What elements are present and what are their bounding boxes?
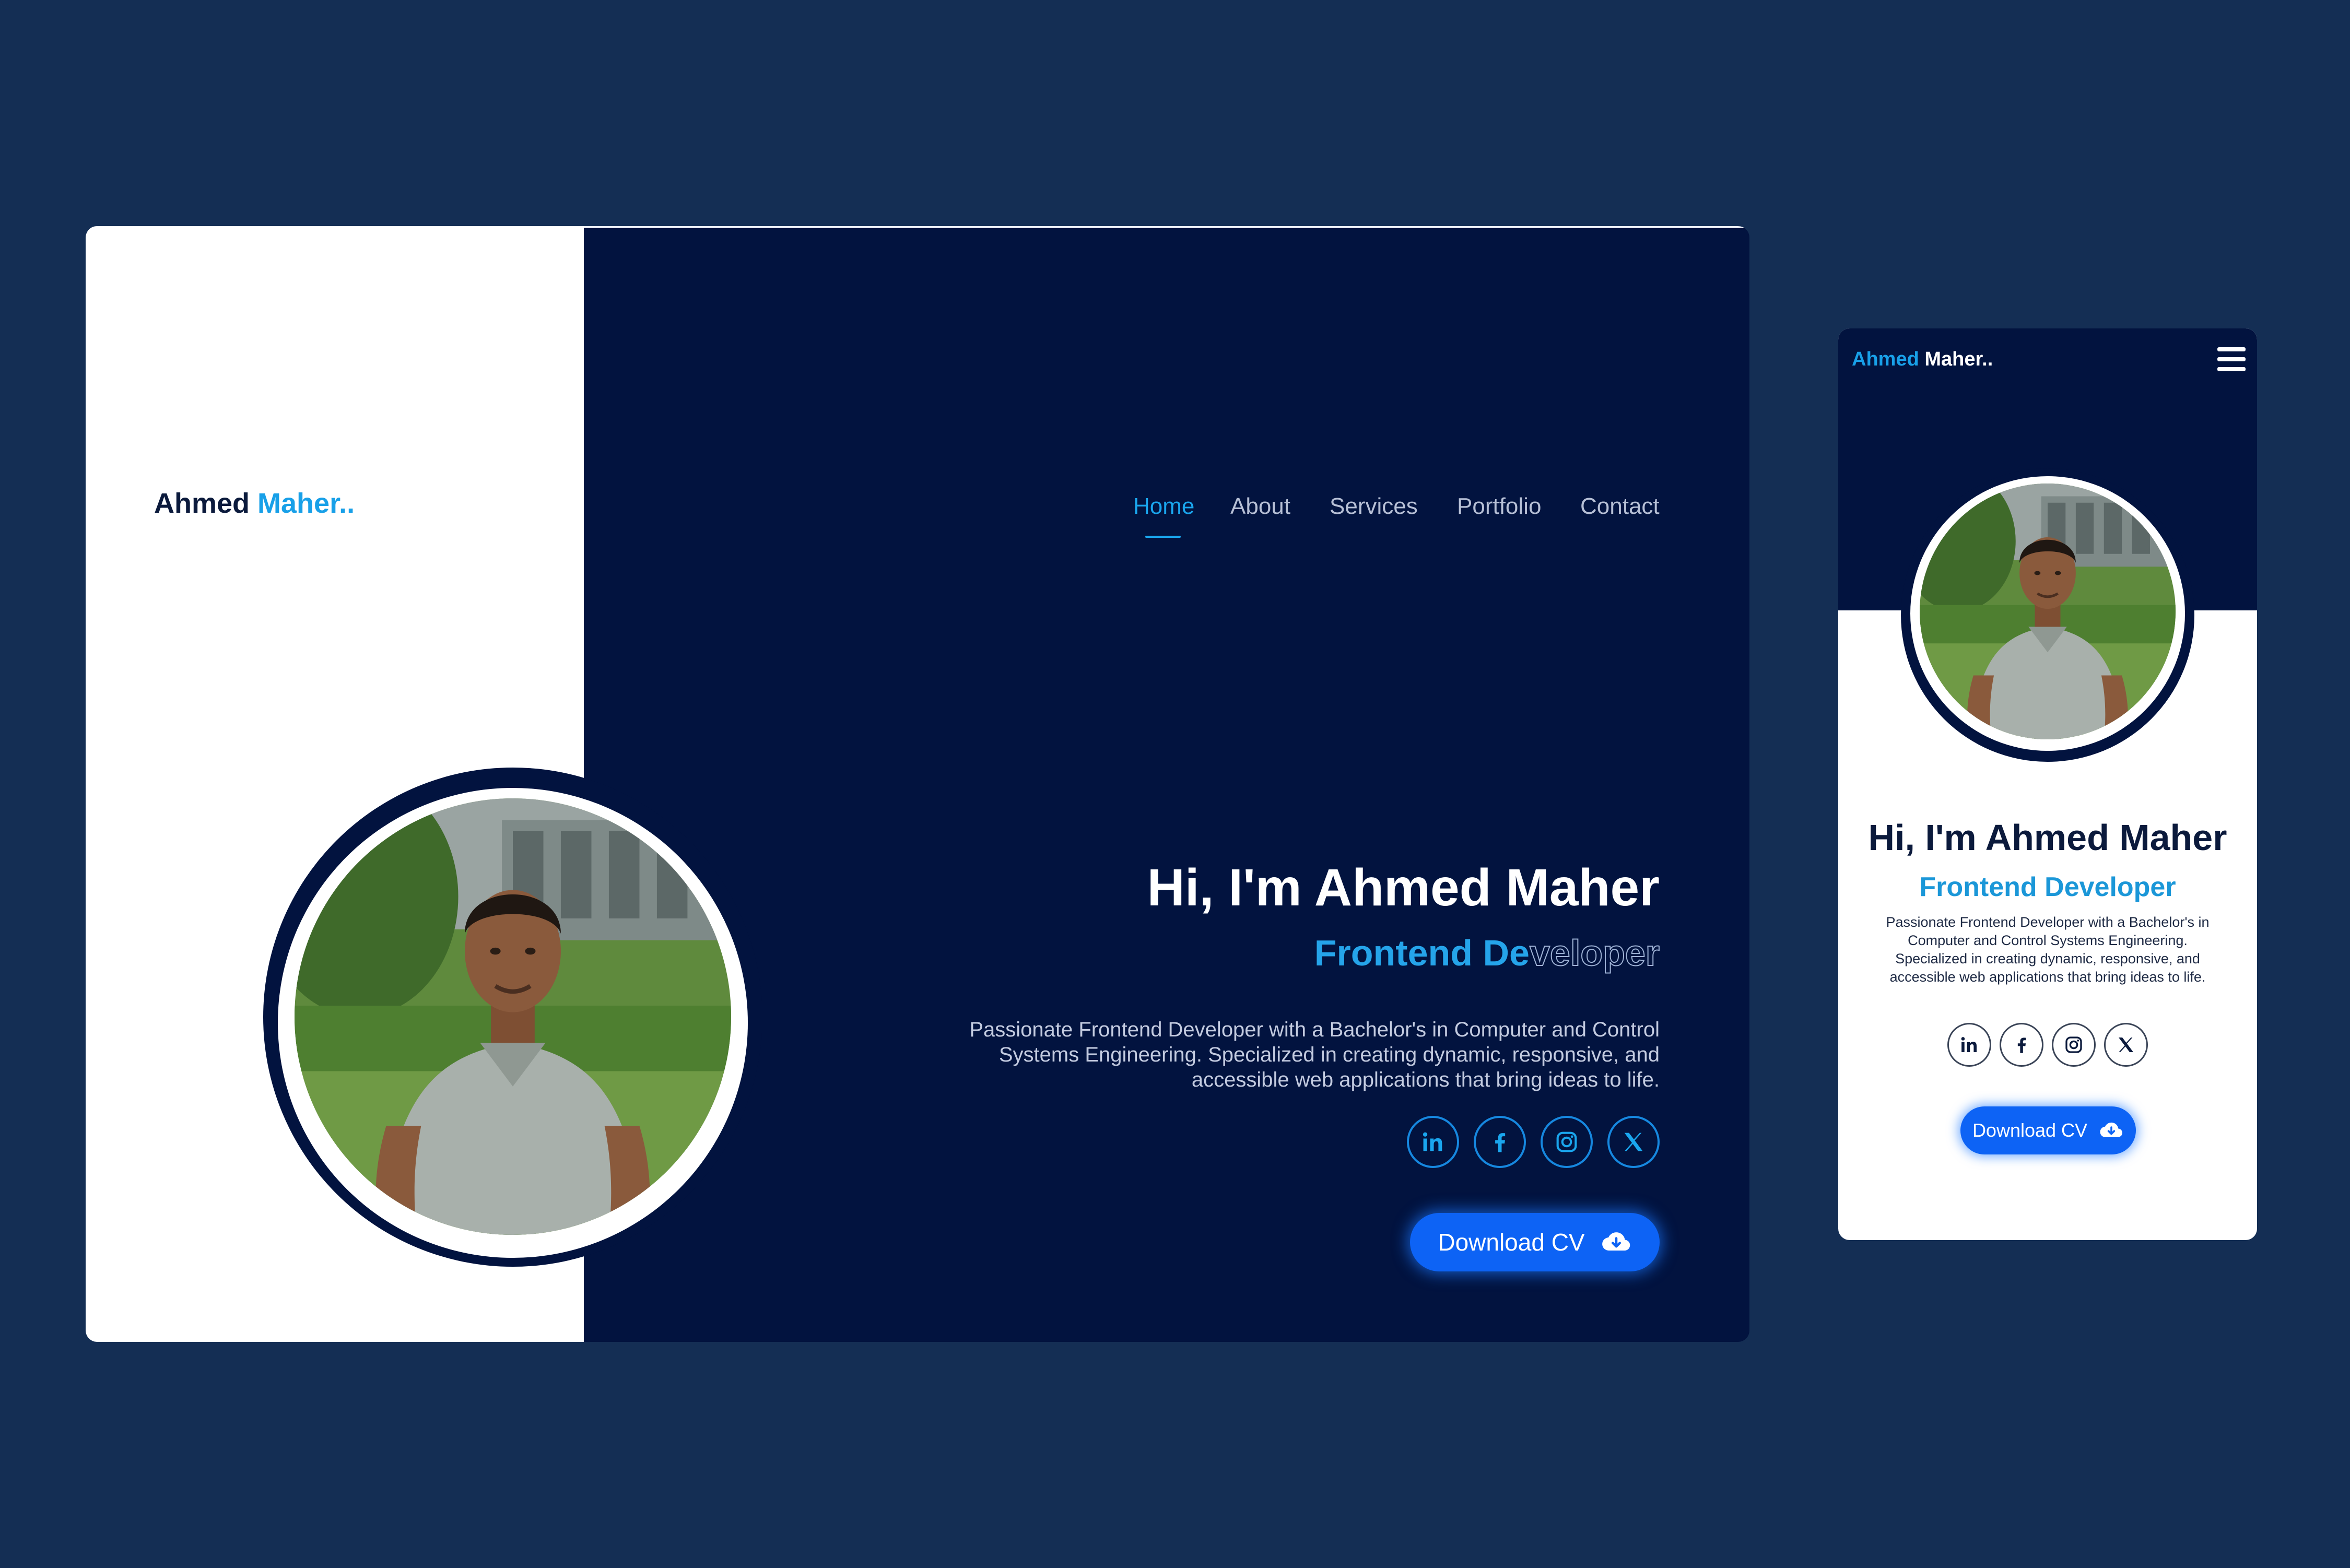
hamburger-menu-icon[interactable]: [2217, 347, 2246, 371]
mobile-x-twitter-button[interactable]: [2104, 1023, 2148, 1067]
mobile-hero-description: Passionate Frontend Developer with a Bac…: [1886, 914, 2210, 985]
mobile-download-cv-label: Download CV: [1972, 1119, 2088, 1141]
cloud-download-icon: [2099, 1118, 2124, 1143]
logo-first-name: Ahmed: [154, 488, 250, 519]
site-logo[interactable]: Ahmed Maher..: [154, 487, 355, 520]
download-cv-button[interactable]: Download CV: [1410, 1213, 1660, 1271]
x-twitter-icon: [1620, 1128, 1647, 1156]
mobile-facebook-button[interactable]: [2000, 1023, 2043, 1067]
facebook-button[interactable]: [1474, 1116, 1526, 1168]
instagram-icon: [2063, 1034, 2085, 1056]
linkedin-button[interactable]: [1407, 1116, 1459, 1168]
mobile-logo-last-name: Maher..: [1924, 348, 1993, 370]
hero-role-typed: Frontend De: [1314, 933, 1530, 973]
hero-role: Frontend Developer: [1314, 932, 1660, 974]
mobile-logo-first-name: Ahmed: [1852, 348, 1919, 370]
mobile-site-logo[interactable]: Ahmed Maher..: [1852, 348, 1993, 371]
nav-active-underline: [1145, 536, 1181, 538]
mobile-hero-title: Hi, I'm Ahmed Maher: [1868, 817, 2227, 858]
profile-photo: [295, 798, 731, 1235]
hero-description: Passionate Frontend Developer with a Bac…: [969, 1018, 1660, 1091]
linkedin-icon: [1958, 1034, 1980, 1056]
mobile-hero-role: Frontend Developer: [1919, 872, 2176, 902]
mobile-linkedin-button[interactable]: [1947, 1023, 1991, 1067]
hero-role-untyped: veloper: [1529, 932, 1660, 974]
mobile-profile-photo: [1920, 484, 2176, 739]
instagram-icon: [1553, 1128, 1580, 1156]
mobile-instagram-button[interactable]: [2052, 1023, 2096, 1067]
nav-portfolio-link[interactable]: Portfolio: [1457, 493, 1541, 520]
nav-home-link[interactable]: Home: [1133, 493, 1194, 520]
nav-services-link[interactable]: Services: [1330, 493, 1418, 520]
instagram-button[interactable]: [1541, 1116, 1593, 1168]
mobile-preview: Ahmed Maher.. Hi, I'm Ahmed Maher Fronte…: [1838, 328, 2257, 1240]
nav-contact-link[interactable]: Contact: [1580, 493, 1660, 520]
logo-last-name: Maher..: [257, 488, 355, 519]
facebook-icon: [1486, 1128, 1513, 1156]
x-twitter-button[interactable]: [1607, 1116, 1660, 1168]
mobile-download-cv-button[interactable]: Download CV: [1960, 1106, 2136, 1154]
header-divider: [584, 226, 1749, 228]
download-cv-label: Download CV: [1438, 1229, 1585, 1256]
x-twitter-icon: [2115, 1034, 2137, 1056]
desktop-preview: Ahmed Maher.. Home About Services Portfo…: [86, 226, 1749, 1342]
cloud-download-icon: [1601, 1227, 1632, 1258]
social-links: [1407, 1116, 1660, 1168]
hero-title: Hi, I'm Ahmed Maher: [1147, 858, 1660, 917]
nav-about-link[interactable]: About: [1230, 493, 1290, 520]
linkedin-icon: [1419, 1128, 1447, 1156]
facebook-icon: [2011, 1034, 2032, 1056]
mobile-social-links: [1838, 1023, 2257, 1067]
